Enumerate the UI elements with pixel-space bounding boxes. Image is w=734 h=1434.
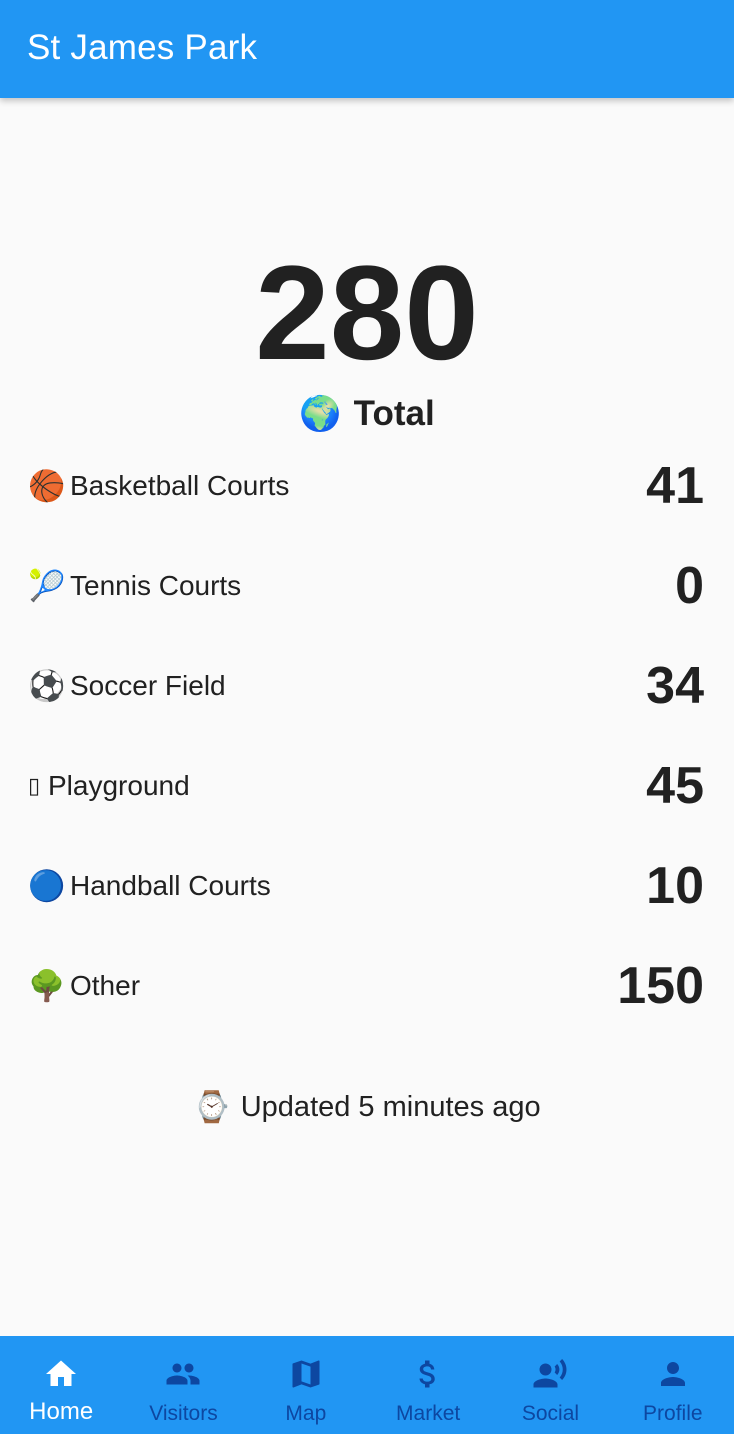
person-icon	[655, 1356, 691, 1392]
nav-label: Market	[396, 1402, 461, 1425]
page-title: St James Park	[27, 28, 258, 67]
stat-label: Basketball Courts	[70, 470, 290, 501]
bottom-navigation: Home Visitors Map Market Social Profile	[0, 1336, 734, 1434]
nav-item-map[interactable]: Map	[245, 1336, 367, 1434]
stat-value: 150	[617, 957, 704, 1015]
stat-value: 10	[646, 857, 704, 915]
stat-row-other: 🌳 Other 150	[28, 956, 704, 1016]
stat-value: 45	[646, 757, 704, 815]
stat-row-playground: ▯ Playground 45	[28, 756, 704, 816]
home-icon	[43, 1356, 79, 1392]
stat-label: Other	[70, 970, 141, 1001]
nav-item-social[interactable]: Social	[489, 1336, 611, 1434]
stat-label: Tennis Courts	[70, 570, 242, 601]
tennis-icon: 🎾	[28, 569, 66, 603]
stat-row-handball: 🔵 Handball Courts 10	[28, 856, 704, 916]
record-voice-icon	[532, 1356, 568, 1392]
stat-value: 0	[675, 557, 704, 615]
updated-status: ⌚ Updated 5 minutes ago	[0, 1090, 734, 1125]
dollar-icon	[410, 1356, 446, 1392]
total-label-row: 🌍 Total	[0, 394, 734, 434]
total-count: 280	[255, 239, 479, 388]
updated-text: Updated 5 minutes ago	[240, 1091, 541, 1123]
app-bar: St James Park	[0, 0, 734, 98]
nav-label: Home	[29, 1398, 94, 1425]
stat-row-soccer: ⚽ Soccer Field 34	[28, 656, 704, 716]
nav-label: Social	[521, 1402, 580, 1425]
watch-icon: ⌚	[193, 1091, 231, 1124]
app-root: St James Park 280 🌍 Total 🏀 Basketball C…	[0, 0, 734, 1434]
people-icon	[165, 1356, 201, 1392]
stat-label: Soccer Field	[70, 670, 226, 701]
globe-icon: 🌍	[299, 395, 342, 433]
nav-item-home[interactable]: Home	[0, 1336, 122, 1434]
stat-row-basketball: 🏀 Basketball Courts 41	[28, 456, 704, 516]
stat-label: Handball Courts	[70, 870, 271, 901]
nav-item-visitors[interactable]: Visitors	[122, 1336, 244, 1434]
missing-glyph-icon: ▯	[28, 773, 41, 798]
basketball-icon: 🏀	[28, 469, 66, 503]
tree-icon: 🌳	[28, 969, 66, 1003]
nav-item-profile[interactable]: Profile	[612, 1336, 734, 1434]
nav-item-market[interactable]: Market	[367, 1336, 489, 1434]
total-label: Total	[353, 394, 435, 433]
nav-label: Map	[285, 1402, 327, 1425]
nav-label: Visitors	[149, 1402, 218, 1425]
stat-label: Playground	[48, 770, 190, 801]
soccer-ball-icon: ⚽	[28, 669, 66, 703]
stat-row-tennis: 🎾 Tennis Courts 0	[28, 556, 704, 616]
blue-circle-icon: 🔵	[28, 869, 66, 903]
nav-label: Profile	[643, 1402, 703, 1425]
map-icon	[288, 1356, 324, 1392]
stat-value: 34	[646, 657, 704, 715]
stat-value: 41	[646, 457, 704, 515]
